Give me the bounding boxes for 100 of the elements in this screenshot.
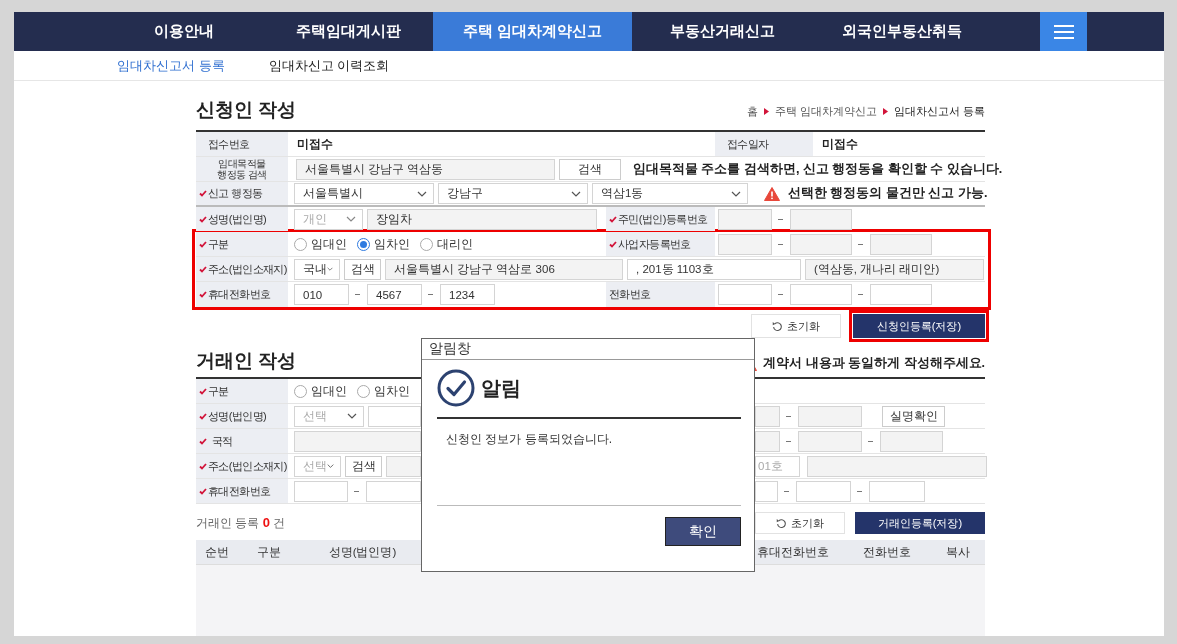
input-field[interactable]: 4567 [367,284,422,305]
radio-button[interactable]: 임차인 [357,236,410,252]
reset-button[interactable]: 초기화 [751,314,841,338]
breadcrumb-item[interactable]: 홈 [746,104,758,119]
chevron-down-icon [327,463,334,469]
save-button[interactable]: 신청인등록(저장) [849,310,989,342]
refresh-icon [776,517,787,529]
check-icon [199,412,207,420]
input-field[interactable] [796,480,851,502]
reset-button[interactable]: 초기화 [755,512,845,534]
field-label: 성명(법인명) [208,408,267,424]
verify-button[interactable]: 실명확인 [882,405,945,427]
radio-button[interactable]: 임대인 [294,383,347,399]
input-field[interactable] [755,480,778,502]
column-header: 구분 [256,544,282,560]
input-field[interactable] [870,233,932,255]
field-value: 미접수 [821,136,858,152]
input-field[interactable]: 1234 [440,284,495,305]
radio-button[interactable]: 임차인 [357,383,410,399]
input-field[interactable] [718,233,772,255]
check-circle-icon [437,369,475,407]
check-icon [609,240,617,248]
field-label: 접수번호 [208,136,250,152]
dropdown[interactable]: 국내 [294,258,340,280]
check-icon [199,387,207,395]
input-field[interactable]: , 201동 1103호 [627,258,801,280]
input-field[interactable] [294,480,348,502]
caret-right-icon [763,108,769,115]
input-field[interactable] [870,284,932,305]
nav-tab[interactable]: 주택 임대차계약신고 [433,12,632,51]
hint-text: 임대목적물 주소를 검색하면, 신고 행정동을 확인할 수 있습니다. [633,160,1003,178]
breadcrumb-item: 임대차신고서 등록 [893,104,985,119]
input-field[interactable] [718,284,772,305]
column-header: 순번 [204,544,230,560]
sub-tab[interactable]: 임대차신고 이력조회 [268,56,390,75]
input-field[interactable] [386,455,421,477]
input-field[interactable] [790,208,852,230]
nav-tab[interactable]: 이용안내 [104,12,264,51]
input-field[interactable]: 010 [294,284,349,305]
column-header: 휴대전화번호 [756,544,830,560]
chevron-down-icon [417,190,427,197]
field-label: 주민(법인)등록번호 [618,211,708,227]
input-field[interactable] [798,430,862,452]
section-title: 신청인 작성 [196,98,297,122]
chevron-down-icon [347,413,357,419]
search-button[interactable]: 검색 [344,258,381,280]
input-field[interactable] [368,405,421,427]
check-icon [199,462,207,470]
field-label: 구분 [208,236,229,252]
breadcrumb-item[interactable]: 주택 임대차계약신고 [774,104,877,119]
sub-tab[interactable]: 임대차신고서 등록 [117,56,225,75]
input-field[interactable] [807,455,987,477]
field-label: 임대목적물 행정동 검색 [217,158,267,180]
check-icon [609,215,617,223]
field-label: 휴대전화번호 [208,287,271,302]
radio-button[interactable]: 대리인 [420,236,473,252]
save-button[interactable]: 거래인등록(저장) [855,512,985,534]
check-icon [199,487,207,495]
dropdown[interactable]: 서울특별시 [294,183,434,204]
input-field[interactable]: 서울특별시 강남구 역삼로 306 [385,258,623,280]
input-field[interactable] [755,405,780,427]
field-value: 미접수 [296,136,334,152]
column-header: 복사 [944,544,971,560]
field-label: 전화번호 [609,287,651,302]
menu-button[interactable] [1040,12,1087,51]
confirm-button[interactable]: 확인 [665,517,741,546]
check-icon [199,215,207,223]
warning-icon [764,186,780,201]
input-field[interactable]: (역삼동, 개나리 래미안) [805,258,984,280]
nav-tab[interactable]: 주택임대게시판 [264,12,433,51]
dropdown[interactable]: 역삼1동 [592,183,748,204]
input-field[interactable] [718,208,772,230]
field-label: 주소(법인소재지) [208,261,287,277]
chevron-down-icon [327,266,333,272]
nav-tab[interactable]: 외국인부동산취득 [812,12,992,51]
caret-right-icon [882,108,888,115]
input-field[interactable] [880,430,943,452]
input-field[interactable] [294,430,421,452]
check-icon [199,265,207,273]
dropdown[interactable]: 강남구 [438,183,588,204]
input-field[interactable]: 서울특별시 강남구 역삼동 [296,158,555,180]
field-label: 사업자등록번호 [618,236,691,252]
input-field[interactable] [366,480,421,502]
input-field[interactable] [798,405,862,427]
input-field[interactable] [869,480,925,502]
field-label: 주소(법인소재지) [208,458,287,474]
search-button[interactable]: 검색 [345,455,382,477]
input-field[interactable] [755,430,780,452]
dialog-message: 신청인 정보가 등록되었습니다. [446,431,613,448]
column-header: 성명(법인명) [327,544,398,560]
input-field[interactable]: 장임차 [367,208,597,230]
chevron-down-icon [571,190,581,197]
check-icon [199,190,207,197]
field-label: 신고 행정동 [208,186,263,201]
search-button[interactable]: 검색 [559,158,621,180]
radio-button[interactable]: 임대인 [294,236,347,252]
input-field[interactable] [790,284,852,305]
nav-tab[interactable]: 부동산거래신고 [632,12,812,51]
dialog-title: 알림창 [422,339,754,360]
input-field[interactable] [790,233,852,255]
